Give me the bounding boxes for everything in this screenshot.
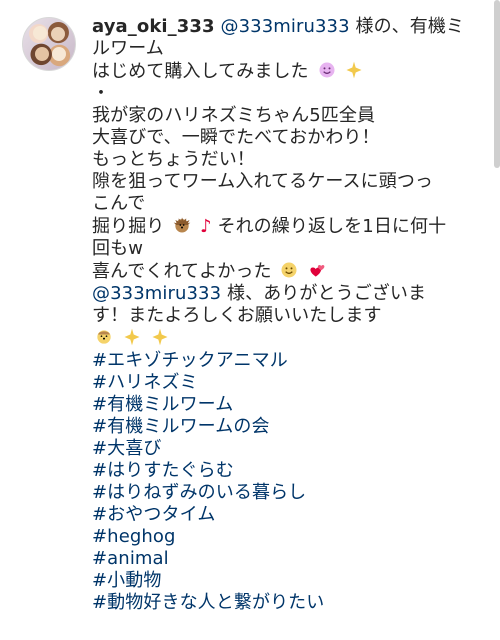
avatar-hedgehog-face [51, 27, 65, 41]
comment-body: aya_oki_333 @333miru333 様の、有機ミ ルワーム はじめて… [92, 16, 465, 614]
two-hearts-icon [307, 260, 327, 280]
hashtag-link[interactable]: #ハリネズミ [92, 372, 462, 394]
comment-line: こんで [92, 193, 146, 214]
comment-line: はじめて購入してみました [92, 60, 462, 83]
avatar-hedgehog-face [33, 26, 47, 40]
comment-line: 回もw [92, 238, 144, 259]
hashtag-link[interactable]: #大喜び [92, 438, 462, 460]
hashtag-link[interactable]: #有機ミルワーム [92, 394, 462, 416]
hashtag-link[interactable]: #animal [92, 548, 462, 570]
hashtag-link[interactable]: #エキゾチックアニマル [92, 350, 462, 372]
hashtag-link[interactable]: #有機ミルワームの会 [92, 416, 462, 438]
comment-text: はじめて購入してみました [92, 61, 309, 82]
comment-line: す！またよろしくお願いいたします [92, 305, 382, 326]
comment-text: それの繰り返しを1日に何十 [217, 216, 447, 237]
comment-text: 喜んでくれてよかった [92, 261, 272, 282]
sparkles-icon [122, 327, 142, 347]
instagram-comment-screen: aya_oki_333 @333miru333 様の、有機ミ ルワーム はじめて… [0, 0, 500, 640]
comment-line: ルワーム [92, 38, 164, 59]
comment-line: 掘り掘り ♪ それの繰り返しを1日に何十 [92, 215, 462, 238]
hashtag-link[interactable]: #はりすたぐらむ [92, 460, 462, 482]
musical-note-icon: ♪ [200, 216, 212, 237]
comment-line: 我が家のハリネズミちゃん5匹全員 [92, 105, 376, 126]
user-avatar[interactable] [22, 17, 76, 71]
hashtag-link[interactable]: #小動物 [92, 570, 462, 592]
hashtag-link[interactable]: #heghog [92, 526, 462, 548]
scrollbar[interactable] [494, 0, 500, 168]
avatar-hedgehog-face [52, 47, 66, 61]
hashtag-link[interactable]: #おやつタイム [92, 504, 462, 526]
comment-line: aya_oki_333 @333miru333 様の、有機ミ [92, 16, 465, 38]
comment-line: 隙を狙ってワーム入れてるケースに頭つっ [92, 171, 434, 192]
hedgehog-face-icon [94, 327, 114, 347]
hashtag-list: #エキゾチックアニマル #ハリネズミ #有機ミルワーム #有機ミルワームの会 #… [92, 350, 462, 614]
comment-text: 様の、有機ミ [349, 16, 465, 37]
comment-line: 喜んでくれてよかった [92, 260, 462, 283]
comment-line: 大喜びで、一瞬でたべておかわり！ [92, 127, 380, 148]
sparkles-icon [150, 327, 170, 347]
sparkles-icon [344, 60, 364, 80]
mention-link[interactable]: @333miru333 [220, 16, 349, 37]
username[interactable]: aya_oki_333 [92, 16, 215, 37]
avatar-hedgehog-face [35, 47, 49, 61]
hashtag-link[interactable]: #はりねずみのいる暮らし [92, 482, 462, 504]
comment-line [92, 327, 462, 350]
hashtag-link[interactable]: #動物好きな人と繋がりたい [92, 592, 462, 614]
comment-line: もっとちょうだい！ [92, 149, 255, 170]
smiling-face-emoji-icon [317, 60, 337, 80]
comment-text: 様、ありがとうございま [221, 283, 427, 304]
comment-line: @333miru333 様、ありがとうございま [92, 283, 462, 305]
comment-line: ・ [92, 83, 111, 104]
reply-mention-link[interactable]: @333miru333 [92, 283, 221, 304]
smiling-face-icon [279, 260, 299, 280]
hedgehog-icon [172, 215, 192, 235]
comment-text: 掘り掘り [92, 216, 165, 237]
